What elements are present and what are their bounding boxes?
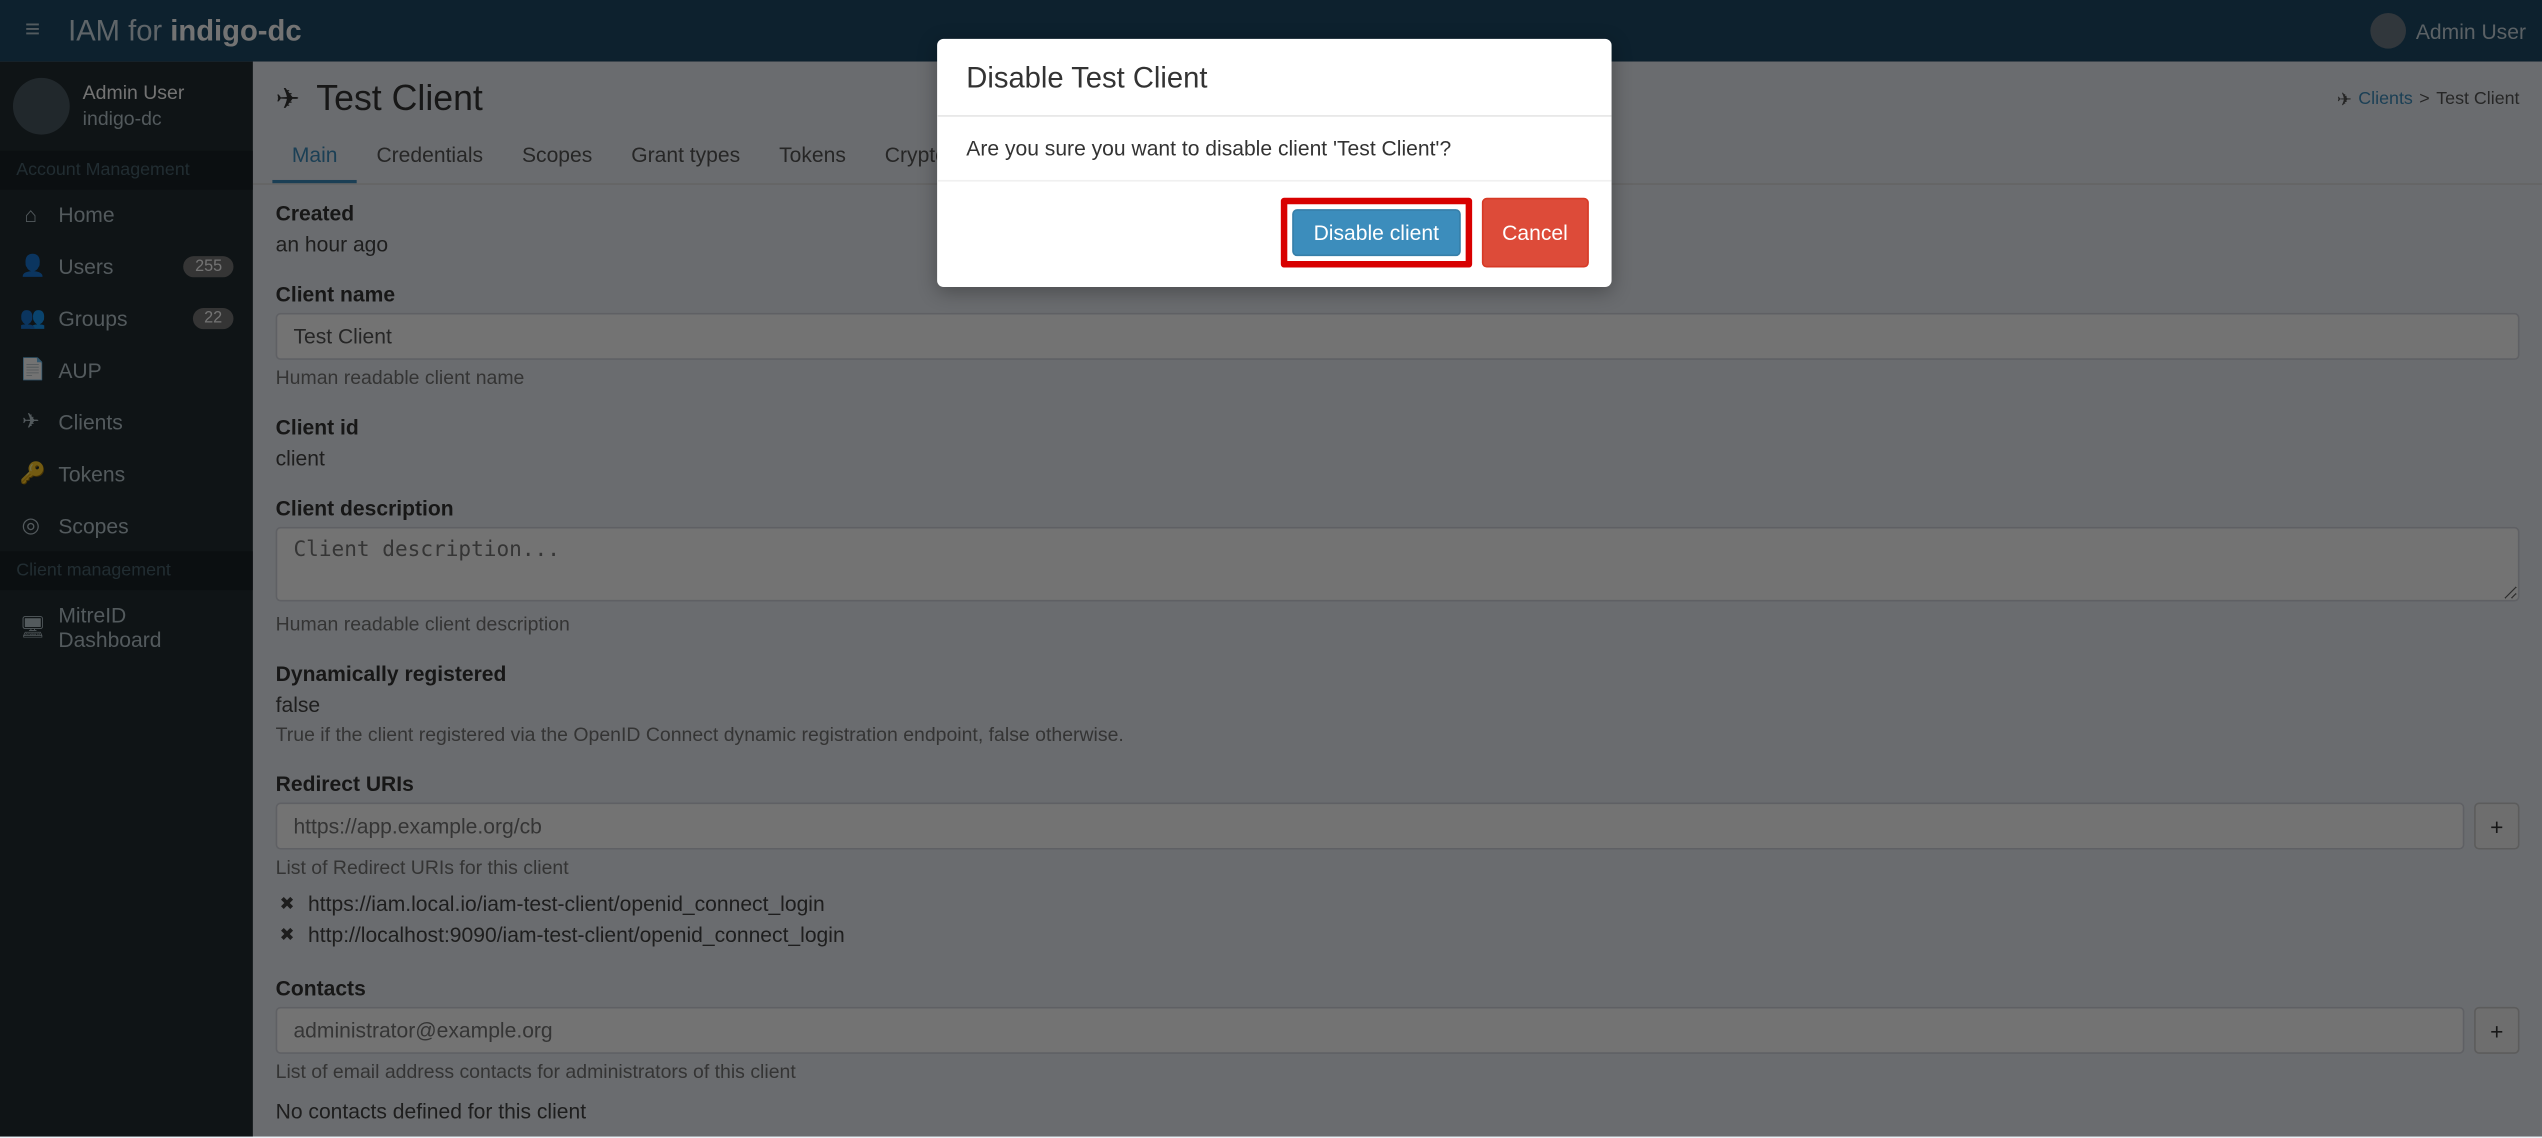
confirm-highlight: Disable client <box>1281 198 1471 268</box>
modal-body: Are you sure you want to disable client … <box>937 117 1611 180</box>
disable-client-button[interactable]: Disable client <box>1293 209 1461 256</box>
cancel-button[interactable]: Cancel <box>1481 198 1589 268</box>
disable-client-modal: Disable Test Client Are you sure you wan… <box>937 39 1611 287</box>
modal-title: Disable Test Client <box>966 62 1582 96</box>
